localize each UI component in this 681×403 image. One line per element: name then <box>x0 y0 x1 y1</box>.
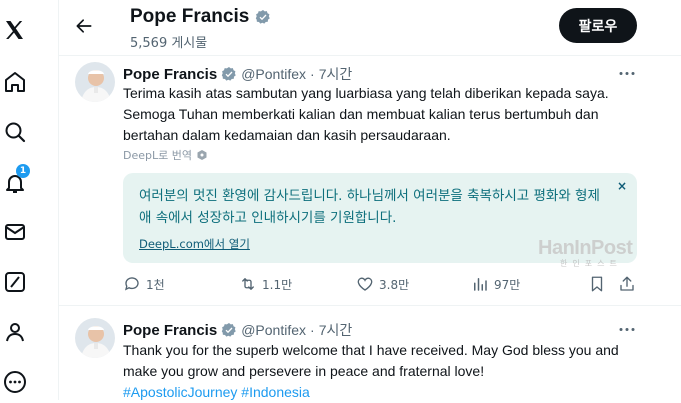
hashtag-link[interactable]: #Indonesia <box>241 384 310 400</box>
hashtag-link[interactable]: #ApostolicJourney <box>123 384 237 400</box>
open-in-deepl-link[interactable]: DeepL.com에서 열기 <box>139 236 250 252</box>
messages-icon[interactable] <box>3 220 27 244</box>
author-handle[interactable]: @Pontifex <box>241 322 306 338</box>
more-dots-icon <box>619 327 635 331</box>
watermark-main: HanInPost <box>538 237 633 259</box>
profile-icon[interactable] <box>3 320 27 344</box>
pope-avatar-image <box>75 318 115 358</box>
bookmark-button[interactable] <box>588 275 606 293</box>
reply-count: 1천 <box>146 277 165 292</box>
tweet-text-block: Thank you for the superb welcome that I … <box>123 340 633 403</box>
separator-dot: · <box>310 66 315 82</box>
tweet-time[interactable]: 7시간 <box>319 64 353 84</box>
profile-name: Pope Francis <box>130 6 250 27</box>
more-options-button[interactable] <box>616 320 638 338</box>
follow-button[interactable]: 팔로우 <box>559 8 637 43</box>
translate-label: DeepL로 번역 <box>123 149 192 162</box>
author-handle[interactable]: @Pontifex <box>241 66 306 82</box>
column-border <box>58 0 59 400</box>
close-translation-icon[interactable]: × <box>617 179 627 193</box>
views-chart-icon <box>474 278 487 291</box>
author-name[interactable]: Pope Francis <box>123 322 217 339</box>
home-icon[interactable] <box>3 70 27 94</box>
arrow-left-icon <box>76 19 92 33</box>
back-button[interactable] <box>72 14 96 38</box>
like-count: 3.8만 <box>379 277 410 292</box>
more-options-button[interactable] <box>616 64 638 82</box>
x-logo-icon[interactable] <box>3 18 27 42</box>
tweet-actions: 1천 1.1만 3.8만 97만 <box>123 275 643 295</box>
grok-icon[interactable] <box>3 270 27 294</box>
retweet-count: 1.1만 <box>262 277 293 292</box>
tweet-divider <box>59 305 681 306</box>
author-name[interactable]: Pope Francis <box>123 66 217 83</box>
like-button[interactable]: 3.8만 <box>356 275 409 293</box>
tweet-author-row: Pope Francis @Pontifex · 7시간 <box>123 320 352 340</box>
tweet-text: Terima kasih atas sambutan yang luarbias… <box>123 85 609 143</box>
avatar[interactable] <box>75 318 115 358</box>
retweet-icon <box>242 278 254 290</box>
verified-badge-icon <box>222 323 236 337</box>
reply-button[interactable]: 1천 <box>123 275 165 293</box>
retweet-button[interactable]: 1.1만 <box>239 275 292 293</box>
search-icon[interactable] <box>3 120 27 144</box>
tweet-text: Thank you for the superb welcome that I … <box>123 342 619 379</box>
view-count: 97만 <box>494 277 521 292</box>
more-dots-icon <box>619 71 635 75</box>
separator-dot: · <box>310 322 315 338</box>
watermark-logo: HanInPost 한인포스트 <box>538 237 653 277</box>
heart-icon <box>357 277 373 291</box>
pope-avatar-image <box>75 62 115 102</box>
more-icon[interactable] <box>3 370 27 394</box>
views-button[interactable]: 97만 <box>471 275 520 293</box>
post-count: 5,569 게시물 <box>130 36 208 51</box>
profile-header-title: Pope Francis <box>130 6 271 28</box>
watermark-sub: 한인포스트 <box>560 259 622 268</box>
notification-badge: 1 <box>16 164 30 178</box>
translation-text: 여러분의 멋진 환영에 감사드립니다. 하나님께서 여러분을 축복하시고 평화와… <box>139 188 600 226</box>
share-button[interactable] <box>618 275 636 293</box>
verified-badge-icon <box>256 10 271 24</box>
tweet-author-row: Pope Francis @Pontifex · 7시간 <box>123 64 352 84</box>
bookmark-icon <box>591 276 603 292</box>
reply-icon <box>124 277 139 291</box>
tweet-time[interactable]: 7시간 <box>319 320 353 340</box>
share-icon <box>620 276 634 291</box>
header-divider <box>59 55 681 56</box>
translate-link[interactable]: DeepL로 번역 <box>123 147 208 163</box>
avatar[interactable] <box>75 62 115 102</box>
verified-badge-icon <box>222 67 236 81</box>
deepl-icon <box>197 150 207 160</box>
